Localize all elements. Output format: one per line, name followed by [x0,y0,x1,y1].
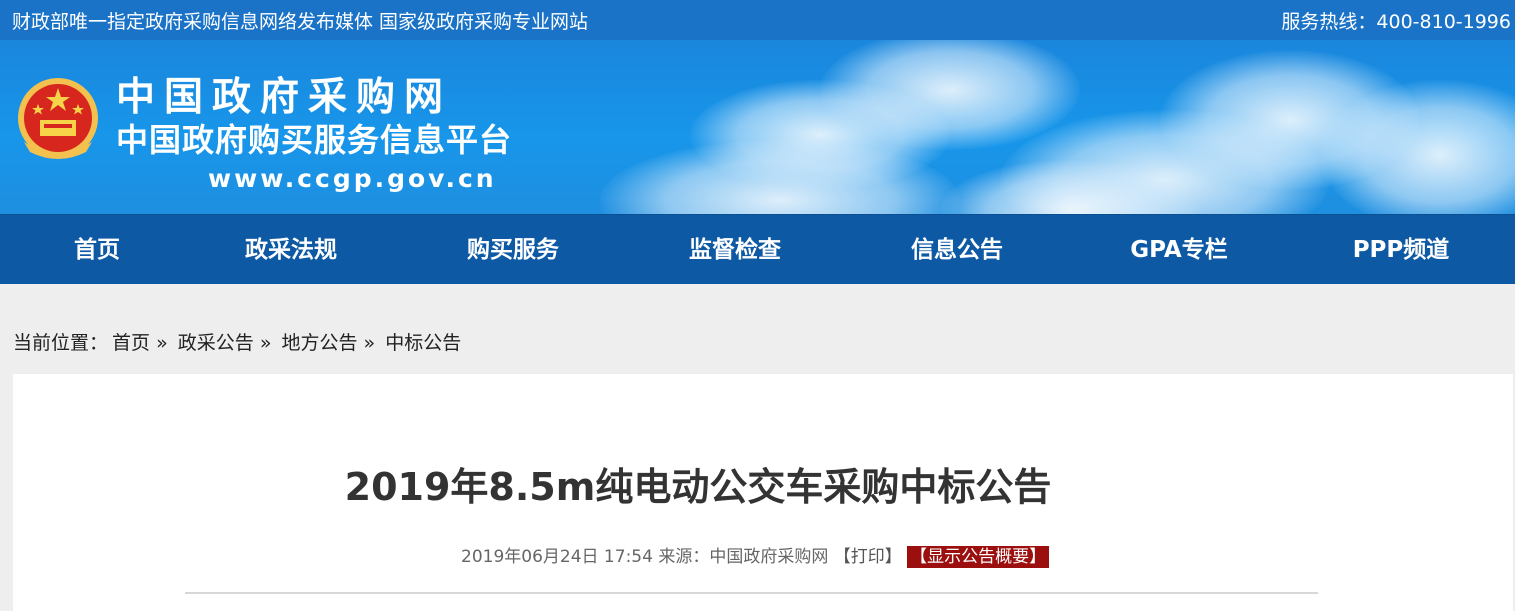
article-card: 2019年8.5m纯电动公交车采购中标公告 2019年06月24日 17:54 … [13,374,1513,611]
article-source-label: 来源： [658,547,710,567]
breadcrumb-separator: » [156,332,168,354]
service-hotline: 服务热线：400-810-1996 [1281,11,1511,33]
main-navigation: 首页 政采法规 购买服务 监督检查 信息公告 GPA专栏 PPP频道 [0,214,1515,284]
breadcrumb-separator: » [259,332,272,354]
breadcrumb-home[interactable]: 首页 [112,332,150,354]
site-banner: 中国政府采购网 中国政府购买服务信息平台 www.ccgp.gov.cn [0,40,1515,214]
logo-title: 中国政府采购网 [116,75,453,120]
site-logo-text[interactable]: 中国政府采购网 中国政府购买服务信息平台 www.ccgp.gov.cn [116,75,513,194]
nav-item-regulations[interactable]: 政采法规 [228,215,354,285]
nav-item-gpa[interactable]: GPA专栏 [1114,215,1244,285]
top-info-bar: 财政部唯一指定政府采购信息网络发布媒体 国家级政府采购专业网站 服务热线：400… [0,0,1515,40]
breadcrumb-gov-procurement[interactable]: 政采公告 [178,332,254,354]
article-source: 中国政府采购网 [709,547,829,567]
national-emblem-icon [18,78,98,159]
nav-item-supervision[interactable]: 监督检查 [672,215,798,285]
nav-item-purchase-services[interactable]: 购买服务 [450,215,576,285]
article-title: 2019年8.5m纯电动公交车采购中标公告 [344,465,1052,509]
nav-item-ppp[interactable]: PPP频道 [1336,215,1466,285]
logo-url: www.ccgp.gov.cn [208,164,497,193]
show-summary-button[interactable]: 【显示公告概要】 [907,546,1050,568]
nav-item-announcements[interactable]: 信息公告 [894,215,1020,285]
breadcrumb-award-announcements[interactable]: 中标公告 [385,332,461,354]
site-slogan: 财政部唯一指定政府采购信息网络发布媒体 国家级政府采购专业网站 [12,11,589,33]
breadcrumb-prefix: 当前位置： [13,332,109,354]
breadcrumb-local-announcements[interactable]: 地方公告 [281,332,357,354]
print-link[interactable]: 【打印】 [834,547,902,567]
nav-item-home[interactable]: 首页 [40,215,154,285]
breadcrumb: 当前位置： 首页 » 政采公告 » 地方公告 » 中标公告 [13,328,461,355]
logo-subtitle: 中国政府购买服务信息平台 [116,121,513,159]
breadcrumb-separator: » [363,332,376,354]
title-divider [185,592,1318,594]
article-meta: 2019年06月24日 17:54 来源：中国政府采购网 【打印】 【显示公告概… [461,542,1050,568]
article-date: 2019年06月24日 17:54 [461,547,653,567]
